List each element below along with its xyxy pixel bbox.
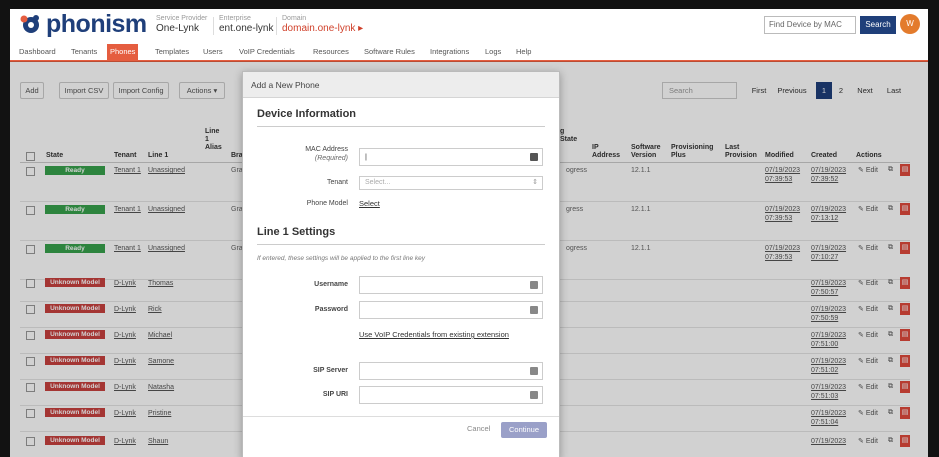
keyboard-icon xyxy=(530,153,538,161)
mac-address-label: MAC Address (Required) xyxy=(305,146,348,162)
context-divider xyxy=(276,17,277,35)
phone-model-label: Phone Model xyxy=(306,200,348,207)
user-avatar[interactable]: W xyxy=(900,14,920,34)
tenant-label: Tenant xyxy=(326,179,348,186)
nav-templates[interactable]: Templates xyxy=(152,44,192,60)
nav-phones[interactable]: Phones xyxy=(107,44,139,60)
add-phone-modal: Add a New Phone Device Information MAC A… xyxy=(242,71,560,457)
device-info-heading: Device Information xyxy=(257,108,357,120)
mac-address-input[interactable]: | xyxy=(359,148,543,166)
nav-logs[interactable]: Logs xyxy=(482,44,504,60)
username-label: Username xyxy=(314,281,348,288)
header: phonism Service Provider One-Lynk Enterp… xyxy=(10,9,928,42)
use-voip-credentials-link[interactable]: Use VoIP Credentials from existing exten… xyxy=(359,330,509,339)
nav-software-rules[interactable]: Software Rules xyxy=(361,44,418,60)
enterprise-context[interactable]: Enterprise ent.one-lynk xyxy=(219,14,273,35)
brand-name[interactable]: phonism xyxy=(46,10,147,39)
nav-voip-credentials[interactable]: VoIP Credentials xyxy=(236,44,298,60)
line1-settings-note: If entered, these settings will be appli… xyxy=(257,255,426,262)
nav-dashboard[interactable]: Dashboard xyxy=(16,44,59,60)
password-input[interactable] xyxy=(359,301,543,319)
modal-footer-divider xyxy=(243,416,559,417)
nav-integrations[interactable]: Integrations xyxy=(427,44,472,60)
app-screen: phonism Service Provider One-Lynk Enterp… xyxy=(10,9,928,457)
nav-tenants[interactable]: Tenants xyxy=(68,44,100,60)
nav-help[interactable]: Help xyxy=(513,44,534,60)
sip-uri-input[interactable] xyxy=(359,386,543,404)
sip-server-label: SIP Server xyxy=(313,367,348,374)
modal-title: Add a New Phone xyxy=(243,72,559,98)
continue-button[interactable]: Continue xyxy=(501,422,547,438)
domain-context[interactable]: Domain domain.one-lynk ▸ xyxy=(282,14,363,35)
context-divider xyxy=(213,17,214,35)
nav-users[interactable]: Users xyxy=(200,44,226,60)
sip-uri-label: SIP URI xyxy=(322,391,348,398)
username-input[interactable] xyxy=(359,276,543,294)
service-provider-context[interactable]: Service Provider One-Lynk xyxy=(156,14,207,35)
section-divider xyxy=(257,126,545,127)
tenant-select[interactable]: Select... ⇕ xyxy=(359,176,543,190)
password-label: Password xyxy=(314,306,348,313)
cancel-button[interactable]: Cancel xyxy=(467,424,490,433)
chevron-down-icon: ⇕ xyxy=(532,179,538,186)
keyboard-icon xyxy=(530,391,538,399)
find-device-input[interactable]: Find Device by MAC xyxy=(764,16,856,34)
find-device-search-button[interactable]: Search xyxy=(860,16,896,34)
nav-resources[interactable]: Resources xyxy=(310,44,352,60)
main-nav: Dashboard Tenants Phones Templates Users… xyxy=(10,44,928,62)
section-divider xyxy=(257,244,545,245)
sip-server-input[interactable] xyxy=(359,362,543,380)
keyboard-icon xyxy=(530,281,538,289)
phonism-logo-icon xyxy=(20,15,39,33)
phone-model-select-link[interactable]: Select xyxy=(359,199,380,208)
keyboard-icon xyxy=(530,306,538,314)
line1-settings-heading: Line 1 Settings xyxy=(257,226,336,238)
keyboard-icon xyxy=(530,367,538,375)
